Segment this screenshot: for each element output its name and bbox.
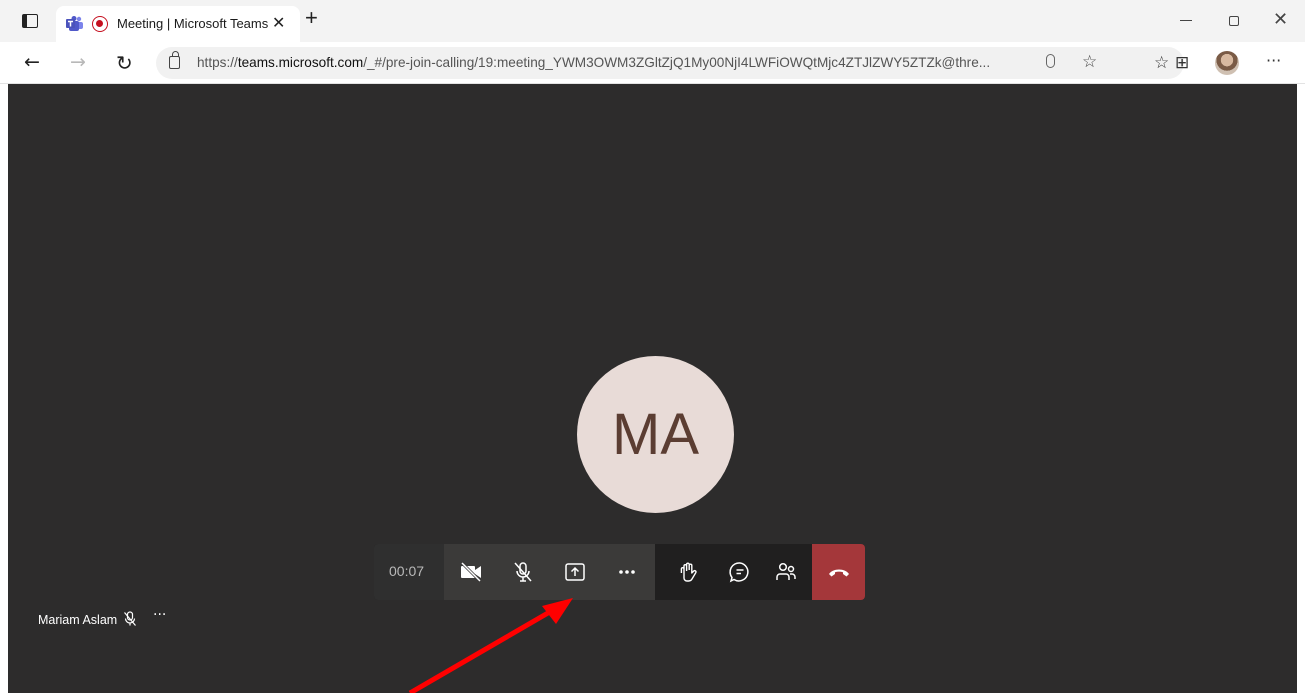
hand-icon [680, 562, 697, 582]
hang-up-button[interactable] [812, 544, 865, 600]
more-actions-button[interactable] [604, 544, 649, 600]
share-icon [565, 563, 585, 581]
profile-avatar[interactable] [1215, 51, 1239, 75]
mic-toggle-button[interactable] [500, 544, 545, 600]
reload-button[interactable]: ↻ [116, 51, 133, 75]
url-path: /_#/pre-join-calling/19:meeting_YWM3OWM3… [363, 55, 991, 70]
add-favorite-icon[interactable]: ☆ [1082, 52, 1097, 72]
timer-area: 00:07 [374, 544, 444, 600]
url-field[interactable]: https://teams.microsoft.com/_#/pre-join-… [156, 47, 1184, 79]
share-content-button[interactable] [552, 544, 597, 600]
url-domain: teams.microsoft.com [237, 55, 364, 70]
participants-button[interactable] [763, 544, 808, 600]
camera-off-icon [460, 561, 482, 583]
participant-more-button[interactable]: ··· [153, 607, 166, 623]
tab-actions-icon[interactable] [22, 14, 38, 28]
more-icon [619, 570, 635, 574]
site-info-icon[interactable] [169, 51, 180, 69]
call-timer: 00:07 [389, 563, 425, 579]
url-prefix: https:// [197, 55, 238, 70]
minimize-button[interactable] [1180, 20, 1192, 21]
camera-toggle-button[interactable] [448, 544, 493, 600]
mic-off-icon [514, 562, 532, 582]
new-tab-button[interactable]: + [305, 7, 318, 29]
call-control-bar: 00:07 [374, 544, 865, 600]
people-icon [776, 562, 796, 580]
favorites-icon[interactable]: ☆ [1154, 53, 1169, 73]
maximize-button[interactable] [1229, 16, 1239, 26]
close-window-button[interactable]: ✕ [1273, 9, 1288, 30]
forward-button[interactable]: → [70, 51, 86, 73]
settings-more-icon[interactable]: ··· [1266, 51, 1281, 70]
teams-logo-icon [66, 16, 83, 31]
avatar: MA [577, 356, 734, 513]
phone-hangup-icon [829, 569, 849, 577]
browser-tab[interactable]: Meeting | Microsoft Teams ✕ [56, 6, 300, 42]
address-bar-row: ← → ↻ https://teams.microsoft.com/_#/pre… [0, 42, 1305, 84]
tab-bar: Meeting | Microsoft Teams ✕ + ✕ [0, 0, 1305, 42]
recording-icon [92, 16, 108, 32]
raise-hand-button[interactable] [665, 544, 710, 600]
back-button[interactable]: ← [24, 51, 40, 73]
microphone-permission-icon[interactable] [1046, 54, 1055, 68]
participant-name: Mariam Aslam [38, 613, 118, 627]
meeting-stage: MA 00:07 Mariam Aslam ··· [8, 84, 1297, 693]
participant-mic-off-icon [124, 611, 136, 626]
chat-button[interactable] [717, 544, 762, 600]
avatar-initials: MA [612, 402, 699, 467]
collections-icon[interactable]: ⊞ [1175, 53, 1189, 73]
chat-icon [729, 562, 749, 583]
tab-close-button[interactable]: ✕ [272, 13, 285, 33]
tab-title: Meeting | Microsoft Teams [117, 16, 269, 31]
media-controls [444, 544, 655, 600]
url-text[interactable]: https://teams.microsoft.com/_#/pre-join-… [197, 55, 990, 70]
